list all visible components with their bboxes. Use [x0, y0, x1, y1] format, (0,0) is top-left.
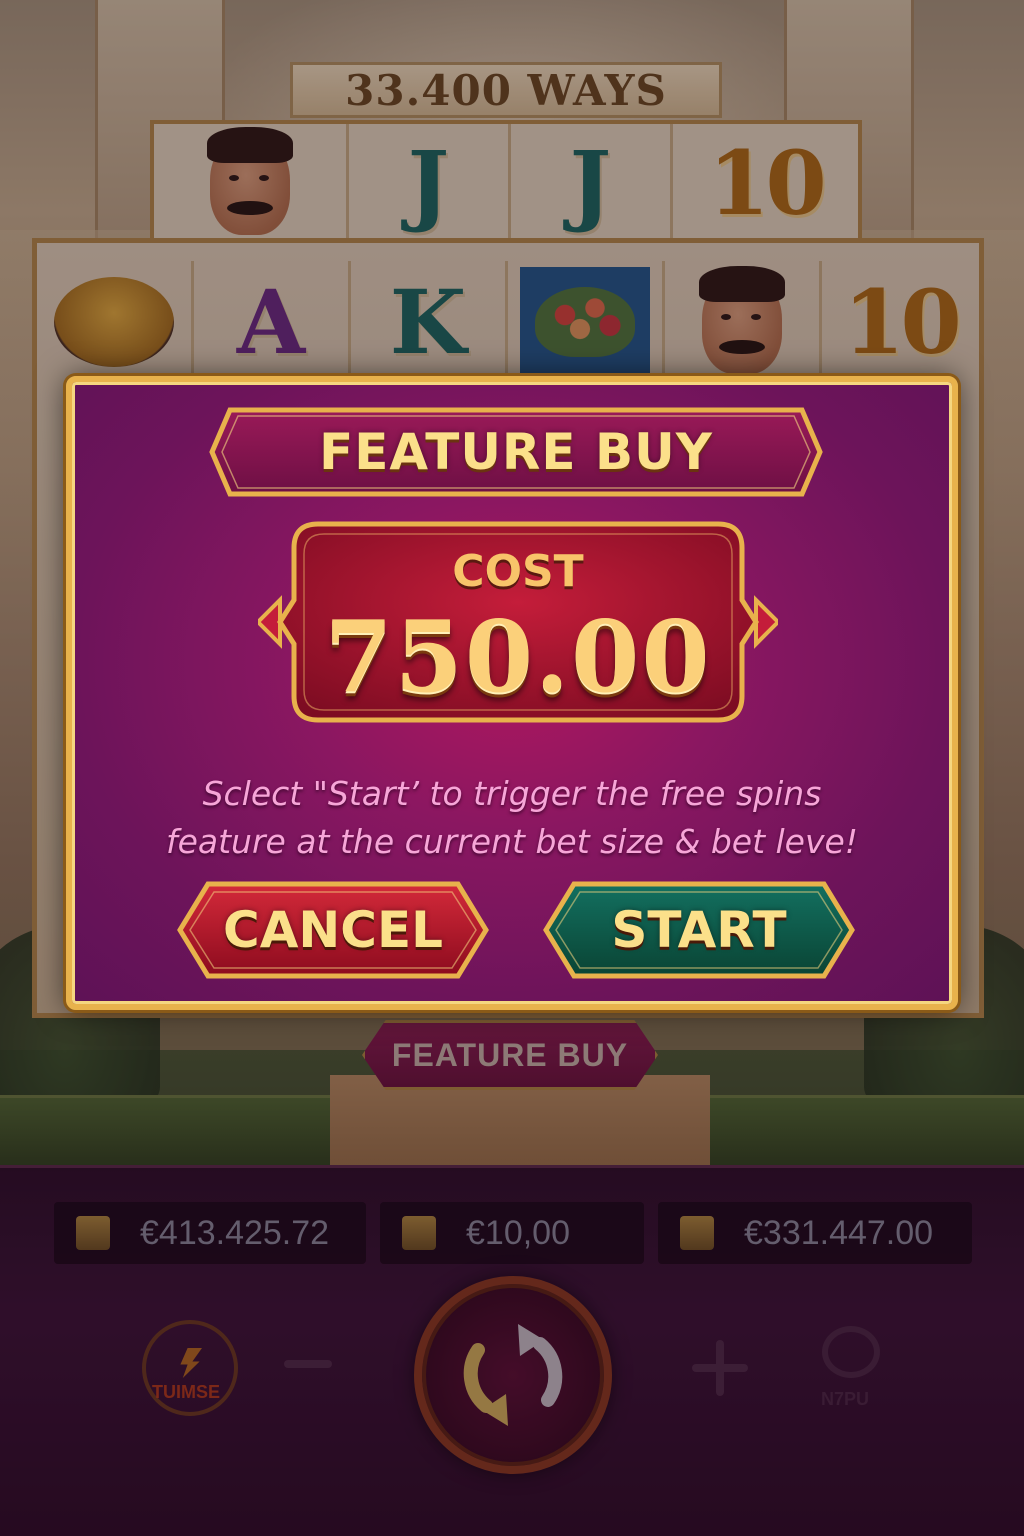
- cost-panel: COST 750.00: [258, 516, 778, 728]
- description-line-1: Sclect "Start’ to trigger the free spins: [202, 774, 822, 813]
- dialog-title-banner: FEATURE BUY: [208, 406, 824, 498]
- cost-value: 750.00: [324, 600, 712, 715]
- description-line-2: feature at the current bet size & bet le…: [165, 822, 859, 861]
- dialog-description: Sclect "Start’ to trigger the free spins…: [112, 770, 912, 866]
- start-label: START: [611, 901, 787, 959]
- cancel-button[interactable]: CANCEL: [176, 880, 490, 980]
- cost-label: COST: [452, 546, 584, 597]
- dialog-title: FEATURE BUY: [319, 423, 713, 481]
- start-button[interactable]: START: [542, 880, 856, 980]
- cancel-label: CANCEL: [223, 901, 443, 959]
- feature-buy-dialog: FEATURE BUY COST 750.00 Sclect "Start’ t…: [66, 376, 958, 1010]
